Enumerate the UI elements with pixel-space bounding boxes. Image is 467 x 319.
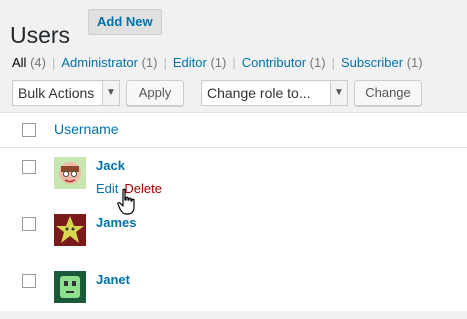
filter-editor-count: (1) <box>210 55 227 70</box>
table-row: Jack Edit Delete <box>0 148 467 205</box>
filter-separator: | <box>51 55 56 70</box>
filter-administrator-count: (1) <box>141 55 158 70</box>
add-new-button[interactable]: Add New <box>88 9 162 35</box>
filter-all-label: All <box>12 55 27 70</box>
page-title: Users <box>10 22 71 49</box>
avatar-jack <box>54 157 86 189</box>
filter-separator: | <box>232 55 236 70</box>
filter-contributor-label: Contributor <box>241 55 307 70</box>
filter-editor-label: Editor <box>172 55 207 70</box>
select-all-checkbox[interactable] <box>22 123 36 137</box>
filter-all-count: (4) <box>30 55 46 70</box>
hand-pointer-icon <box>117 188 135 215</box>
username-link[interactable]: Jack <box>96 158 125 173</box>
chevron-down-icon: ▼ <box>330 81 347 105</box>
row-checkbox[interactable] <box>22 217 36 231</box>
table-row: James <box>0 205 467 262</box>
username-link[interactable]: James <box>96 215 136 230</box>
column-username[interactable]: Username <box>54 121 119 137</box>
filter-all[interactable]: All (4) <box>12 55 46 70</box>
avatar-james <box>54 214 86 246</box>
filter-editor[interactable]: Editor (1) <box>173 55 226 70</box>
table-header: Username <box>0 113 467 148</box>
filter-contributor[interactable]: Contributor (1) <box>242 55 326 70</box>
role-filters: All (4) | Administrator (1) | Editor (1) | Con… <box>12 55 423 70</box>
filter-subscriber[interactable]: Subscriber (1) <box>341 55 423 70</box>
filter-subscriber-label: Subscriber <box>340 55 404 70</box>
change-button[interactable]: Change <box>354 80 422 106</box>
avatar-janet <box>54 271 86 303</box>
bulk-actions-select[interactable]: Bulk Actions ▼ <box>12 80 120 106</box>
change-role-value: Change role to... <box>207 85 311 101</box>
filter-separator: | <box>331 55 335 70</box>
filter-contributor-count: (1) <box>309 55 326 70</box>
chevron-down-icon: ▼ <box>102 81 119 105</box>
change-role-select[interactable]: Change role to... ▼ <box>201 80 348 106</box>
filter-separator: | <box>163 55 167 70</box>
bulk-actions-value: Bulk Actions <box>18 85 95 101</box>
users-table: Username Jack Edit Delete James Janet <box>0 112 467 311</box>
filter-administrator[interactable]: Administrator (1) <box>61 55 157 70</box>
apply-button[interactable]: Apply <box>126 80 184 106</box>
filter-subscriber-count: (1) <box>406 55 423 70</box>
row-checkbox[interactable] <box>22 160 36 174</box>
row-checkbox[interactable] <box>22 274 36 288</box>
table-row: Janet <box>0 262 467 319</box>
filter-administrator-label: Administrator <box>61 55 138 70</box>
username-link[interactable]: Janet <box>96 272 130 287</box>
